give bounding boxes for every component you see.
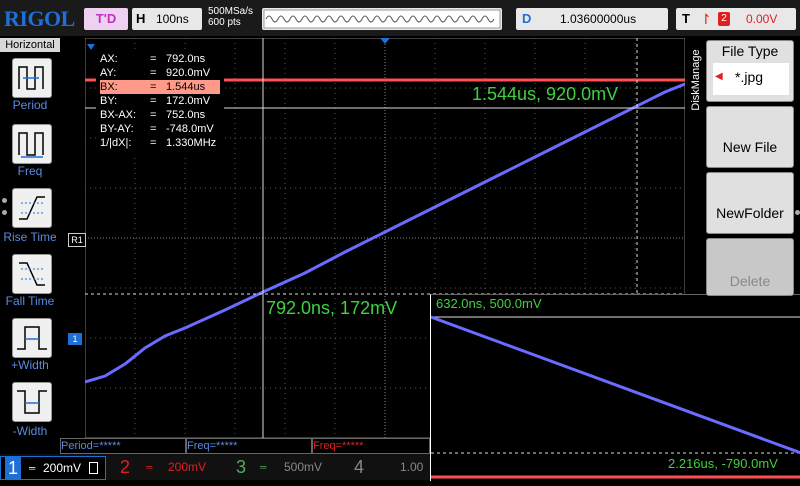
ch1-status[interactable]: 1 ═ 200mV [0,456,106,480]
ch1-offset-marker[interactable]: 1 [68,333,82,345]
fall-time-icon [19,262,45,286]
dc-coupling-icon: ═ [146,462,153,472]
positive-width-button[interactable] [12,318,52,358]
sample-info: 500MSa/s 600 pts [208,6,253,28]
cycle-arrow-icon: ◀ [715,71,723,82]
zoom-end-annotation: 2.216us, -790.0mV [668,456,778,471]
period-label: Period [12,98,48,112]
sample-rate: 500MSa/s [208,6,254,17]
ch2-status[interactable]: 2 ═ 200mV [112,456,216,478]
menu-indicator-dot [2,198,7,203]
delay-value: 1.03600000us [560,12,637,26]
measure-row: 1/|dX|: = 1.330MHz [100,137,217,149]
zoom-waveform [430,315,800,479]
cursor-a-annotation: 792.0ns, 172mV [266,298,398,318]
fall-time-label: Fall Time [5,294,55,308]
bandwidth-limit-icon [89,462,98,474]
trigger-source-badge: 2 [718,12,730,26]
cursor-b-annotation: 1.544us, 920.0mV [472,84,619,104]
measure-row: AX: = 792.0ns [100,53,206,65]
delay-indicator[interactable]: D 1.03600000us [516,8,668,30]
trigger-status-badge: T'D [84,8,128,30]
timebase-indicator[interactable]: H 100ns [132,8,202,30]
ch4-status[interactable]: 4 1.00 [344,456,428,478]
measure-row: BX-AX: = 752.0ns [100,109,206,121]
period-button[interactable] [12,58,52,98]
positive-width-label: +Width [11,358,49,372]
file-type-value: ◀ *.jpg [713,63,789,95]
measure-row: BY: = 172.0mV [100,95,211,107]
trigger-indicator[interactable]: T ↾ 2 0.00V [676,8,796,30]
horizontal-label: H [136,11,146,26]
new-folder-button[interactable]: NewFolder [706,172,794,234]
measurement-bar: Period=***** Freq=***** Freq=***** [60,438,430,454]
negative-width-label: -Width [12,424,48,438]
file-type-button[interactable]: File Type ◀ *.jpg [706,40,794,102]
zoom-start-annotation: 632.0ns, 500.0mV [436,296,542,311]
delay-label: D [522,11,532,26]
measure-menu: Horizontal Period Freq Rise Time Fall Ti… [0,36,60,454]
measure-freq-ch2[interactable]: Freq=***** [312,438,430,454]
fall-time-button[interactable] [12,254,52,294]
zoom-ch1-trace [430,315,800,455]
timebase-value: 100ns [156,12,189,26]
negative-width-icon [17,390,47,414]
delete-button[interactable]: Delete [706,238,794,296]
measure-row-selected: BX: = 1.544us [100,80,220,94]
new-file-button[interactable]: New File [706,106,794,168]
cursor-measurement-table: AX: = 792.0ns AY: = 920.0mV BX: = 1.544us BY: =… [96,50,224,156]
dc-coupling-icon: ═ [260,462,267,472]
menu-indicator-dot [2,210,7,215]
memory-depth: 600 pts [208,17,241,28]
memory-overview-wave-icon [263,9,501,29]
measure-period[interactable]: Period=***** [60,438,186,454]
measure-row: AY: = 920.0mV [100,67,211,79]
rising-edge-icon: ↾ [700,11,712,27]
positive-width-icon [17,326,47,350]
rigol-logo: RIGOL [4,6,75,31]
ch3-status[interactable]: 3 ═ 500mV [226,456,330,478]
rise-time-button[interactable] [12,188,52,228]
memory-overview-bar[interactable] [262,8,502,30]
rise-time-icon [19,196,45,220]
freq-icon [18,132,44,158]
trigger-label: T [682,11,690,26]
negative-width-button[interactable] [12,382,52,422]
zoom-window[interactable] [430,294,800,481]
rise-time-label: Rise Time [3,230,57,244]
channel-bar: 1 ═ 200mV 2 ═ 200mV 3 ═ 500mV 4 1.00 [0,454,430,480]
menu-title: Horizontal [0,38,60,52]
ref-r1-marker[interactable]: R1 [68,233,86,247]
freq-label: Freq [17,164,43,178]
freq-button[interactable] [12,124,52,164]
menu-indicator-dot [795,210,800,215]
period-icon [18,66,44,90]
dc-coupling-icon: ═ [29,463,36,473]
disk-manage-tab[interactable]: DiskManage [688,40,702,124]
measure-freq[interactable]: Freq=***** [186,438,312,454]
measure-row: BY-AY: = -748.0mV [100,123,214,135]
trigger-level: 0.00V [746,12,778,26]
